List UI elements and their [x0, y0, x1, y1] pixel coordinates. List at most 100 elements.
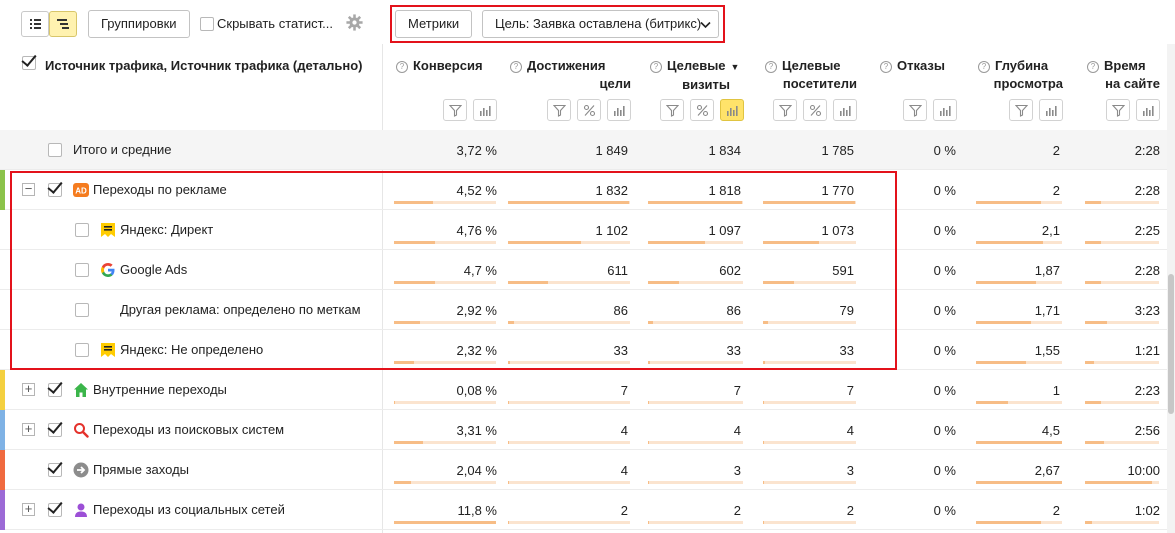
filter-button-time-on-site[interactable]	[1106, 99, 1130, 121]
row-icon	[73, 462, 89, 478]
column-header-time-on-site[interactable]: ? Время на сайте	[1087, 57, 1160, 93]
table-row-direct[interactable]: Прямые заходы 2,04 % 4 3 3 0 % 2,67 10:00	[0, 450, 1175, 490]
bar-chart-button-goal-reaches[interactable]	[607, 99, 631, 121]
list-view-toggle[interactable]	[21, 11, 49, 37]
percent-button-target-visitors[interactable]	[803, 99, 827, 121]
help-icon[interactable]: ?	[765, 61, 777, 73]
row-checkbox[interactable]	[75, 303, 89, 317]
help-icon[interactable]: ?	[650, 61, 662, 73]
help-icon[interactable]: ?	[396, 61, 408, 73]
bar-chart-button-bounces[interactable]	[933, 99, 957, 121]
help-icon[interactable]: ?	[880, 61, 892, 73]
value-bar	[1085, 481, 1159, 484]
value-bar-fill	[648, 321, 653, 324]
value-bar	[976, 521, 1062, 524]
expand-icon[interactable]: +	[22, 502, 35, 516]
bar-chart-button-depth[interactable]	[1039, 99, 1063, 121]
bar-chart-icon	[1143, 106, 1154, 116]
cell-bounces: 0 %	[933, 183, 956, 198]
row-icon	[100, 342, 116, 358]
select-all-checkbox[interactable]	[22, 56, 36, 70]
tree-view-toggle[interactable]	[49, 11, 77, 37]
filter-button-conversion[interactable]	[443, 99, 467, 121]
value-bar	[508, 201, 630, 204]
row-label[interactable]: Переходы по рекламе	[93, 182, 227, 197]
row-label[interactable]: Яндекс: Директ	[120, 222, 213, 237]
help-icon[interactable]: ?	[978, 61, 990, 73]
row-checkbox[interactable]	[48, 423, 62, 437]
column-header-target-visits[interactable]: ? Целевые ▼ визиты	[650, 57, 744, 94]
value-bar	[1085, 281, 1159, 284]
row-checkbox[interactable]	[48, 463, 62, 477]
value-bar-fill	[394, 361, 414, 364]
sort-desc-icon: ▼	[730, 62, 740, 72]
table-row-social[interactable]: + Переходы из социальных сетей 11,8 % 2 2 2 0 …	[0, 490, 1175, 530]
row-label[interactable]: Google Ads	[120, 262, 187, 277]
goal-select[interactable]: Цель: Заявка оставлена (битрикс)	[482, 10, 719, 38]
filter-button-bounces[interactable]	[903, 99, 927, 121]
help-icon[interactable]: ?	[510, 61, 522, 73]
column-header-bounces[interactable]: ? Отказы	[880, 57, 957, 75]
source-color-stripe	[0, 490, 5, 530]
expand-icon[interactable]: +	[22, 422, 35, 436]
filter-button-target-visits[interactable]	[660, 99, 684, 121]
row-label[interactable]: Переходы из поисковых систем	[93, 422, 284, 437]
column-header-line2: визиты	[682, 77, 730, 92]
filter-button-goal-reaches[interactable]	[547, 99, 571, 121]
table-row-search[interactable]: + Переходы из поисковых систем 3,31 % 4 4 4 0 …	[0, 410, 1175, 450]
bar-chart-button-conversion[interactable]	[473, 99, 497, 121]
table-row-google-ads[interactable]: Google Ads 4,7 % 611 602 591 0 % 1,87 2:28	[0, 250, 1175, 290]
row-label[interactable]: Прямые заходы	[93, 462, 189, 477]
row-checkbox[interactable]	[48, 503, 62, 517]
cell-time-on-site: 1:21	[1134, 343, 1160, 358]
help-icon[interactable]: ?	[1087, 61, 1099, 73]
scrollbar-thumb[interactable]	[1168, 274, 1174, 414]
row-checkbox[interactable]	[75, 263, 89, 277]
filter-icon	[1112, 104, 1125, 117]
value-bar	[394, 281, 496, 284]
percent-button-target-visits[interactable]	[690, 99, 714, 121]
row-checkbox[interactable]	[75, 223, 89, 237]
filter-button-target-visitors[interactable]	[773, 99, 797, 121]
row-label[interactable]: Другая реклама: определено по меткам	[120, 302, 361, 317]
cell-time-on-site: 3:23	[1134, 303, 1160, 318]
table-row-total[interactable]: Итого и средние 3,72 % 1 849 1 834 1 785 0 % 2…	[0, 130, 1175, 170]
search-icon	[74, 423, 89, 438]
column-header-depth[interactable]: ? Глубина просмотра	[978, 57, 1063, 93]
table-row-internal[interactable]: + Внутренние переходы 0,08 % 7 7 7 0 % 1 2:23	[0, 370, 1175, 410]
table-row-yandex-undefined[interactable]: Яндекс: Не определено 2,32 % 33 33 33 0 % 1,55…	[0, 330, 1175, 370]
value-bar-fill	[976, 361, 1026, 364]
dimension-header: Источник трафика, Источник трафика (дета…	[45, 58, 363, 73]
row-icon: AD	[73, 182, 89, 198]
row-checkbox[interactable]	[75, 343, 89, 357]
row-checkbox[interactable]	[48, 143, 62, 157]
table-row-other-ads[interactable]: Другая реклама: определено по меткам 2,92…	[0, 290, 1175, 330]
row-label[interactable]: Внутренние переходы	[93, 382, 227, 397]
metrics-button[interactable]: Метрики	[395, 10, 473, 38]
gear-icon[interactable]	[346, 14, 363, 31]
row-checkbox[interactable]	[48, 383, 62, 397]
value-bar-fill	[763, 361, 765, 364]
value-bar-fill	[648, 401, 649, 404]
bar-chart-button-target-visitors[interactable]	[833, 99, 857, 121]
vertical-scrollbar[interactable]	[1167, 44, 1175, 533]
row-checkbox[interactable]	[48, 183, 62, 197]
bar-chart-button-target-visits[interactable]	[720, 99, 744, 121]
hide-stats-checkbox[interactable]	[200, 17, 214, 31]
column-header-conversion[interactable]: ? Конверсия	[396, 57, 497, 75]
collapse-icon[interactable]: −	[22, 182, 35, 196]
column-header-target-visitors[interactable]: ? Целевые посетители	[765, 57, 857, 93]
row-label[interactable]: Переходы из социальных сетей	[93, 502, 285, 517]
percent-button-goal-reaches[interactable]	[577, 99, 601, 121]
table-row-yandex-direct[interactable]: Яндекс: Директ 4,76 % 1 102 1 097 1 073 0 % 2,…	[0, 210, 1175, 250]
table-row-ads[interactable]: − AD Переходы по рекламе 4,52 % 1 832 1 818 1 …	[0, 170, 1175, 210]
column-header-goal-reaches[interactable]: ? Достижения цели	[510, 57, 631, 93]
row-label[interactable]: Яндекс: Не определено	[120, 342, 263, 357]
cell-target-visits: 33	[726, 343, 741, 358]
filter-button-depth[interactable]	[1009, 99, 1033, 121]
percent-icon	[809, 104, 822, 117]
expand-icon[interactable]: +	[22, 382, 35, 396]
bar-chart-button-time-on-site[interactable]	[1136, 99, 1160, 121]
value-bar-fill	[1085, 401, 1101, 404]
groupings-button[interactable]: Группировки	[88, 10, 190, 38]
